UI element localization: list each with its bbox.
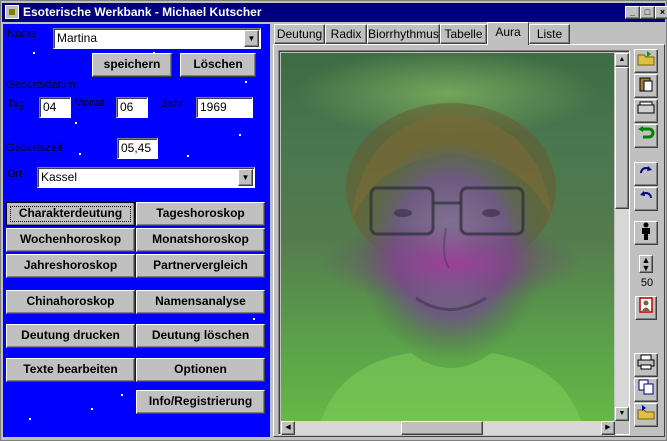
action-button-info[interactable]: Info/Registrierung bbox=[136, 390, 265, 414]
aura-tab-content: ▲ ▼ ◀ ▶ ▲ ▼ 50 bbox=[273, 44, 665, 437]
scroll-left-icon[interactable]: ◀ bbox=[281, 421, 295, 435]
close-button[interactable]: × bbox=[655, 6, 667, 19]
portrait-icon[interactable] bbox=[635, 296, 657, 320]
tab-aura[interactable]: Aura bbox=[487, 22, 529, 45]
star-decoration bbox=[75, 122, 77, 124]
month-label: Monat bbox=[74, 97, 105, 109]
scanner-icon[interactable] bbox=[634, 99, 658, 123]
aura-photo-graphic bbox=[281, 53, 614, 421]
action-button-edit-texts[interactable]: Texte bearbeiten bbox=[6, 358, 135, 382]
horizontal-scroll-thumb[interactable] bbox=[401, 421, 483, 435]
star-decoration bbox=[253, 318, 255, 320]
star-decoration bbox=[239, 134, 241, 136]
print-icon[interactable] bbox=[634, 353, 658, 377]
export-folder-icon[interactable] bbox=[634, 403, 658, 427]
action-button-print[interactable]: Deutung drucken bbox=[6, 324, 135, 348]
day-label: Tag bbox=[7, 98, 25, 110]
action-button-partner[interactable]: Partnervergleich bbox=[136, 254, 265, 278]
copy-icon[interactable] bbox=[634, 378, 658, 402]
action-button-clear[interactable]: Deutung löschen bbox=[136, 324, 265, 348]
chevron-down-icon[interactable]: ▼ bbox=[244, 30, 259, 47]
input-panel: Name Martina ▼ speichern Löschen Geburts… bbox=[3, 24, 270, 437]
aura-toolbar: ▲ ▼ 50 bbox=[631, 49, 663, 435]
scroll-up-icon[interactable]: ▲ bbox=[615, 53, 629, 67]
birthtime-label: Geburtszeit bbox=[6, 142, 63, 154]
star-decoration bbox=[245, 81, 247, 83]
tab-deutung[interactable]: Deutung bbox=[274, 24, 325, 44]
birthtime-field[interactable]: 05,45 bbox=[117, 138, 158, 159]
vertical-scrollbar[interactable]: ▲ ▼ bbox=[615, 53, 629, 421]
star-decoration bbox=[91, 408, 93, 410]
action-button-monthly[interactable]: Monatshoroskop bbox=[136, 228, 265, 252]
horizontal-scrollbar[interactable]: ◀ ▶ bbox=[281, 421, 615, 435]
aura-viewer: ▲ ▼ ◀ ▶ bbox=[278, 50, 630, 435]
star-decoration bbox=[33, 52, 35, 54]
tab-liste[interactable]: Liste bbox=[529, 24, 570, 44]
name-value: Martina bbox=[57, 31, 98, 45]
main-window: Esoterische Werkbank - Michael Kutscher … bbox=[0, 0, 667, 441]
rotate-left-icon[interactable] bbox=[634, 187, 658, 211]
action-button-name-analysis[interactable]: Namensanalyse bbox=[136, 290, 265, 314]
day-field[interactable]: 04 bbox=[39, 97, 71, 118]
tab-biorrhythmus[interactable]: Biorrhythmus bbox=[367, 24, 440, 44]
scroll-down-icon[interactable]: ▼ bbox=[615, 407, 629, 421]
maximize-button[interactable]: □ bbox=[640, 6, 655, 19]
name-combo[interactable]: Martina ▼ bbox=[53, 28, 261, 49]
name-label: Name bbox=[7, 28, 37, 40]
year-field[interactable]: 1969 bbox=[196, 97, 253, 118]
year-label: Jahr bbox=[161, 98, 183, 110]
star-decoration bbox=[79, 153, 81, 155]
action-button-yearly[interactable]: Jahreshoroskop bbox=[6, 254, 135, 278]
month-field[interactable]: 06 bbox=[116, 97, 148, 118]
place-label: Ort bbox=[7, 168, 23, 180]
undo-icon[interactable] bbox=[634, 124, 658, 148]
minimize-button[interactable]: _ bbox=[625, 6, 640, 19]
action-button-daily[interactable]: Tageshoroskop bbox=[136, 202, 265, 226]
title-bar[interactable]: Esoterische Werkbank - Michael Kutscher … bbox=[2, 3, 667, 22]
save-button[interactable]: speichern bbox=[92, 53, 172, 77]
rotate-right-icon[interactable] bbox=[634, 162, 658, 186]
spin-icon[interactable]: ▲ ▼ bbox=[639, 255, 653, 273]
delete-button[interactable]: Löschen bbox=[180, 53, 256, 77]
window-title: Esoterische Werkbank - Michael Kutscher bbox=[23, 5, 262, 19]
star-decoration bbox=[121, 394, 123, 396]
place-value: Kassel bbox=[41, 170, 78, 184]
star-decoration bbox=[187, 155, 189, 157]
paste-icon[interactable] bbox=[634, 74, 658, 98]
scroll-right-icon[interactable]: ▶ bbox=[601, 421, 615, 435]
tab-radix[interactable]: Radix bbox=[325, 24, 367, 44]
aura-photo bbox=[281, 53, 614, 421]
tab-tabelle[interactable]: Tabelle bbox=[440, 24, 487, 44]
app-icon[interactable] bbox=[5, 5, 19, 19]
place-combo[interactable]: Kassel ▼ bbox=[37, 167, 255, 188]
tab-panel: Deutung Radix Biorrhythmus Tabelle Aura … bbox=[271, 22, 665, 438]
action-button-china[interactable]: Chinahoroskop bbox=[6, 290, 135, 314]
action-button-options[interactable]: Optionen bbox=[136, 358, 265, 382]
vertical-scroll-thumb[interactable] bbox=[615, 67, 629, 209]
birthdate-label: Geburtsdatum bbox=[6, 79, 76, 91]
zoom-value: 50 bbox=[640, 277, 654, 289]
open-folder-icon[interactable] bbox=[634, 49, 658, 73]
star-decoration bbox=[29, 418, 31, 420]
action-button-character[interactable]: Charakterdeutung bbox=[6, 202, 135, 226]
action-button-weekly[interactable]: Wochenhoroskop bbox=[6, 228, 135, 252]
chevron-down-icon[interactable]: ▼ bbox=[238, 169, 253, 186]
person-icon[interactable] bbox=[634, 221, 658, 245]
